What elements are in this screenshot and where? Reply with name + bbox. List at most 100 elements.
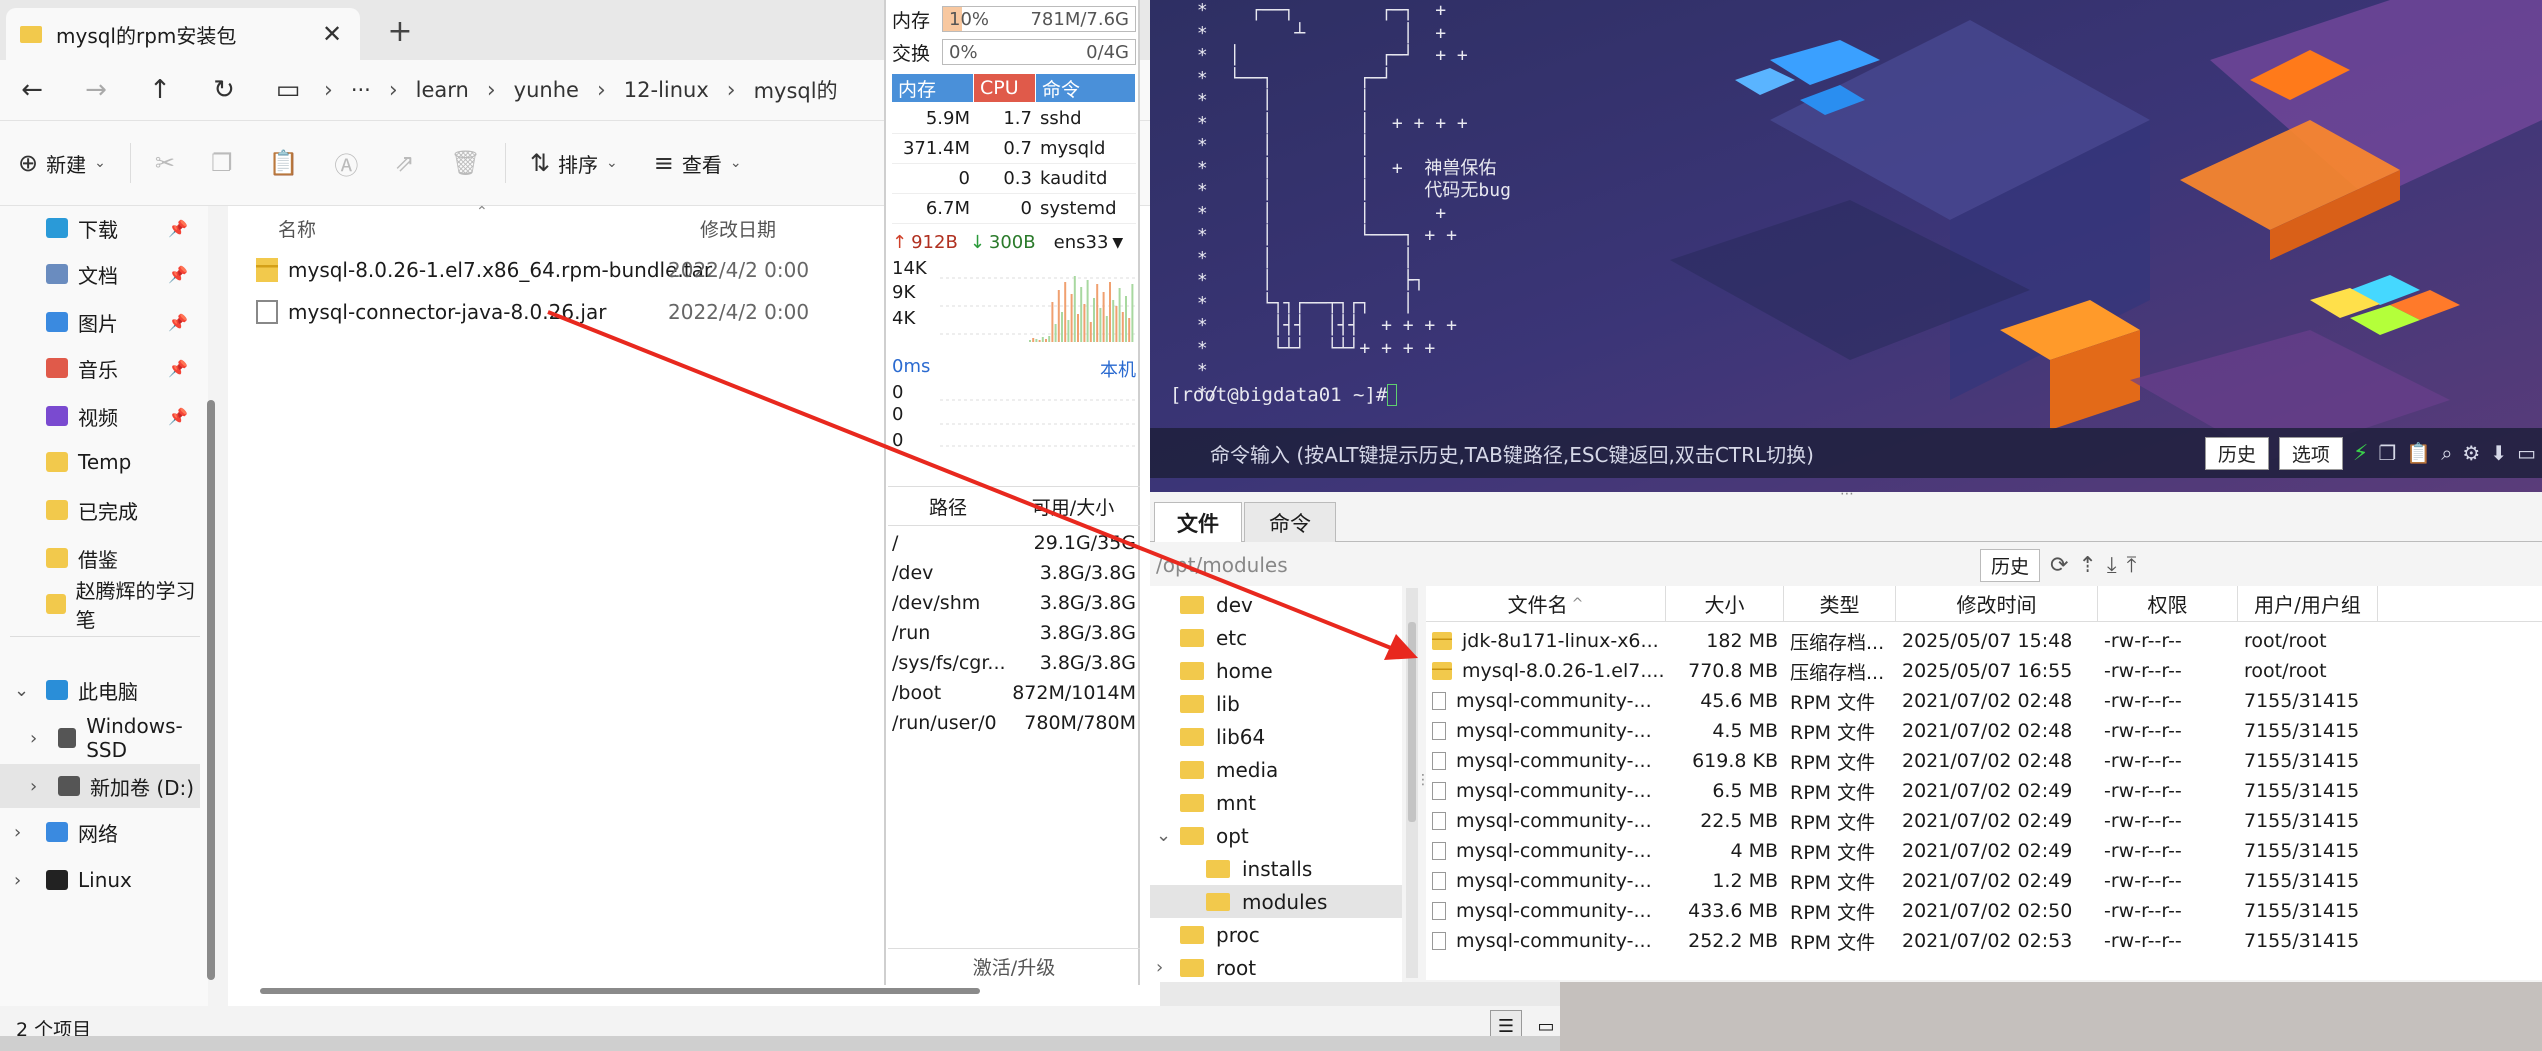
remote-file-row[interactable]: mysql-community-... 619.8 KB RPM 文件 2021/07… bbox=[1426, 746, 2542, 776]
tree-item[interactable]: modules bbox=[1150, 885, 1402, 918]
chevron-right-icon[interactable]: › bbox=[14, 870, 21, 891]
sidebar-item[interactable]: 赵腾辉的学习笔 bbox=[0, 579, 200, 632]
tree-item[interactable]: media bbox=[1150, 753, 1402, 786]
path-history-button[interactable]: 历史 bbox=[1980, 548, 2041, 582]
sidebar-item[interactable]: 文档 📌 bbox=[0, 252, 200, 296]
close-icon[interactable]: ✕ bbox=[318, 20, 346, 48]
breadcrumb-item[interactable]: 12-linux bbox=[610, 78, 723, 102]
process-row[interactable]: 0 0.3 kauditd bbox=[892, 164, 1136, 194]
tree-item[interactable]: ⌄ opt bbox=[1150, 819, 1402, 852]
up-arrow-icon[interactable]: ↑ bbox=[128, 62, 192, 118]
sidebar-item[interactable]: 视频 📌 bbox=[0, 394, 200, 438]
disk-row[interactable]: /run/user/0 780M/780M bbox=[892, 708, 1136, 738]
chevron-right-icon[interactable]: › bbox=[14, 822, 21, 843]
activate-upgrade-button[interactable]: 激活/升级 bbox=[888, 948, 1140, 984]
terminal-prompt-line[interactable]: [root@bigdata01 ~]# bbox=[1170, 384, 1398, 406]
sidebar-item[interactable]: 借鉴 bbox=[0, 536, 200, 580]
breadcrumb-item[interactable]: mysql的 bbox=[740, 75, 852, 105]
sidebar-item[interactable]: 图片 📌 bbox=[0, 300, 200, 344]
sort-button[interactable]: ⇅ 排序 ⌄ bbox=[512, 133, 636, 193]
disk-col-size[interactable]: 可用/大小 bbox=[1008, 493, 1138, 520]
chevron-down-icon[interactable]: ▼ bbox=[1112, 235, 1123, 251]
share-button[interactable]: ⇗ bbox=[376, 133, 432, 193]
remote-file-row[interactable]: mysql-community-... 4.5 MB RPM 文件 2021/07/0… bbox=[1426, 716, 2542, 746]
disk-row[interactable]: /boot 872M/1014M bbox=[892, 678, 1136, 708]
command-input-hint[interactable]: 命令输入 (按ALT键提示历史,TAB键路径,ESC键返回,双击CTRL切换) bbox=[1210, 439, 2205, 468]
gear-icon[interactable]: ⚙ bbox=[2462, 441, 2480, 465]
horizontal-scrollbar[interactable] bbox=[260, 988, 980, 994]
remote-file-row[interactable]: mysql-community-... 6.5 MB RPM 文件 2021/07/0… bbox=[1426, 776, 2542, 806]
col-filename[interactable]: 文件名 ^ bbox=[1426, 586, 1666, 621]
paste-icon[interactable]: 📋 bbox=[2406, 441, 2431, 465]
ping-target[interactable]: 本机 bbox=[1100, 356, 1136, 382]
col-perm[interactable]: 权限 bbox=[2098, 586, 2238, 621]
paste-button[interactable]: 📋 bbox=[250, 133, 316, 193]
cut-button[interactable]: ✂ bbox=[137, 133, 193, 193]
file-row[interactable]: mysql-connector-java-8.0.26.jar 2022/4/2… bbox=[256, 292, 809, 332]
new-button[interactable]: ⊕ 新建 ⌄ bbox=[0, 133, 124, 193]
breadcrumb-item[interactable]: yunhe bbox=[500, 78, 593, 102]
remote-file-row[interactable]: mysql-community-... 433.6 MB RPM 文件 2021/07… bbox=[1426, 896, 2542, 926]
sidebar-item[interactable]: ⌄ 此电脑 bbox=[0, 668, 200, 712]
copy-button[interactable]: ❐ bbox=[193, 133, 251, 193]
terminal-panel[interactable]: * ┌──┐ ┌─┐ + * ┴ │ + * │ ┌─┘ + + * └──┐ … bbox=[1150, 0, 2542, 492]
breadcrumb-more-icon[interactable]: ··· bbox=[337, 78, 385, 102]
disk-row[interactable]: /dev/shm 3.8G/3.8G bbox=[892, 588, 1136, 618]
tree-item[interactable]: › root bbox=[1150, 951, 1402, 984]
sidebar-item[interactable]: › Windows-SSD bbox=[0, 714, 200, 762]
nav-scrollbar[interactable] bbox=[207, 400, 215, 980]
monitor-icon[interactable]: ▭ bbox=[256, 62, 320, 118]
remote-file-row[interactable]: mysql-community-... 1.2 MB RPM 文件 2021/07/0… bbox=[1426, 866, 2542, 896]
tree-item[interactable]: home bbox=[1150, 654, 1402, 687]
tree-item[interactable]: dev bbox=[1150, 588, 1402, 621]
parent-dir-icon[interactable]: ⇡ bbox=[2078, 553, 2096, 578]
disk-row[interactable]: / 29.1G/35G bbox=[892, 528, 1136, 558]
col-owner[interactable]: 用户/用户组 bbox=[2238, 586, 2378, 621]
lightning-icon[interactable]: ⚡ bbox=[2353, 441, 2368, 466]
search-icon[interactable]: ⌕ bbox=[2441, 441, 2452, 465]
interface-name[interactable]: ens33 bbox=[1054, 232, 1109, 253]
process-row[interactable]: 5.9M 1.7 sshd bbox=[892, 104, 1136, 134]
forward-arrow-icon[interactable]: → bbox=[64, 62, 128, 118]
explorer-tab[interactable]: mysql的rpm安装包 ✕ bbox=[6, 8, 360, 60]
sidebar-item[interactable]: › 新加卷 (D:) bbox=[0, 764, 200, 808]
copy-icon[interactable]: ❐ bbox=[2378, 441, 2396, 465]
tab-commands[interactable]: 命令 bbox=[1244, 502, 1336, 542]
chevron-down-icon[interactable]: ⌄ bbox=[14, 680, 29, 701]
options-button[interactable]: 选项 bbox=[2278, 436, 2343, 470]
remote-file-row[interactable]: mysql-community-... 252.2 MB RPM 文件 2021/07… bbox=[1426, 926, 2542, 956]
disk-row[interactable]: /dev 3.8G/3.8G bbox=[892, 558, 1136, 588]
disk-row[interactable]: /run 3.8G/3.8G bbox=[892, 618, 1136, 648]
refresh-icon[interactable]: ↻ bbox=[192, 62, 256, 118]
column-modified[interactable]: 修改日期 bbox=[700, 215, 776, 242]
upload-icon[interactable]: ⤒ bbox=[2127, 553, 2137, 578]
path-input[interactable]: /opt/modules bbox=[1150, 553, 1980, 577]
disk-col-path[interactable]: 路径 bbox=[888, 493, 1008, 520]
sidebar-item[interactable]: › 网络 bbox=[0, 810, 200, 854]
tree-item[interactable]: lib bbox=[1150, 687, 1402, 720]
chevron-right-icon[interactable]: › bbox=[30, 728, 37, 749]
remote-file-row[interactable]: mysql-community-... 4 MB RPM 文件 2021/07/02 … bbox=[1426, 836, 2542, 866]
tree-item[interactable]: proc bbox=[1150, 918, 1402, 951]
breadcrumb-item[interactable]: learn bbox=[402, 78, 483, 102]
splitter-handle[interactable]: ⋯ bbox=[1840, 486, 1854, 502]
history-button[interactable]: 历史 bbox=[2204, 436, 2269, 470]
proc-col-cmd[interactable]: 命令 bbox=[1036, 74, 1136, 102]
tree-item[interactable]: etc bbox=[1150, 621, 1402, 654]
view-button[interactable]: ≡ 查看 ⌄ bbox=[636, 133, 760, 193]
disk-row[interactable]: /sys/fs/cgr... 3.8G/3.8G bbox=[892, 648, 1136, 678]
download-icon[interactable]: ⤓ bbox=[2107, 553, 2117, 578]
tree-item[interactable]: mnt bbox=[1150, 786, 1402, 819]
remote-file-row[interactable]: mysql-community-... 22.5 MB RPM 文件 2021/07/… bbox=[1426, 806, 2542, 836]
chevron-right-icon[interactable]: › bbox=[1156, 957, 1163, 978]
process-row[interactable]: 6.7M 0 systemd bbox=[892, 194, 1136, 224]
new-tab-icon[interactable]: + bbox=[382, 14, 418, 49]
col-size[interactable]: 大小 bbox=[1666, 586, 1784, 621]
back-arrow-icon[interactable]: ← bbox=[0, 62, 64, 118]
col-mtime[interactable]: 修改时间 bbox=[1896, 586, 2098, 621]
chevron-down-icon[interactable]: ⌄ bbox=[1156, 825, 1171, 846]
remote-file-row[interactable]: mysql-community-... 45.6 MB RPM 文件 2021/07/… bbox=[1426, 686, 2542, 716]
window-icon[interactable]: ▭ bbox=[2517, 441, 2536, 465]
command-input-bar[interactable]: 命令输入 (按ALT键提示历史,TAB键路径,ESC键返回,双击CTRL切换) … bbox=[1150, 428, 2542, 478]
chevron-right-icon[interactable]: › bbox=[30, 776, 37, 797]
